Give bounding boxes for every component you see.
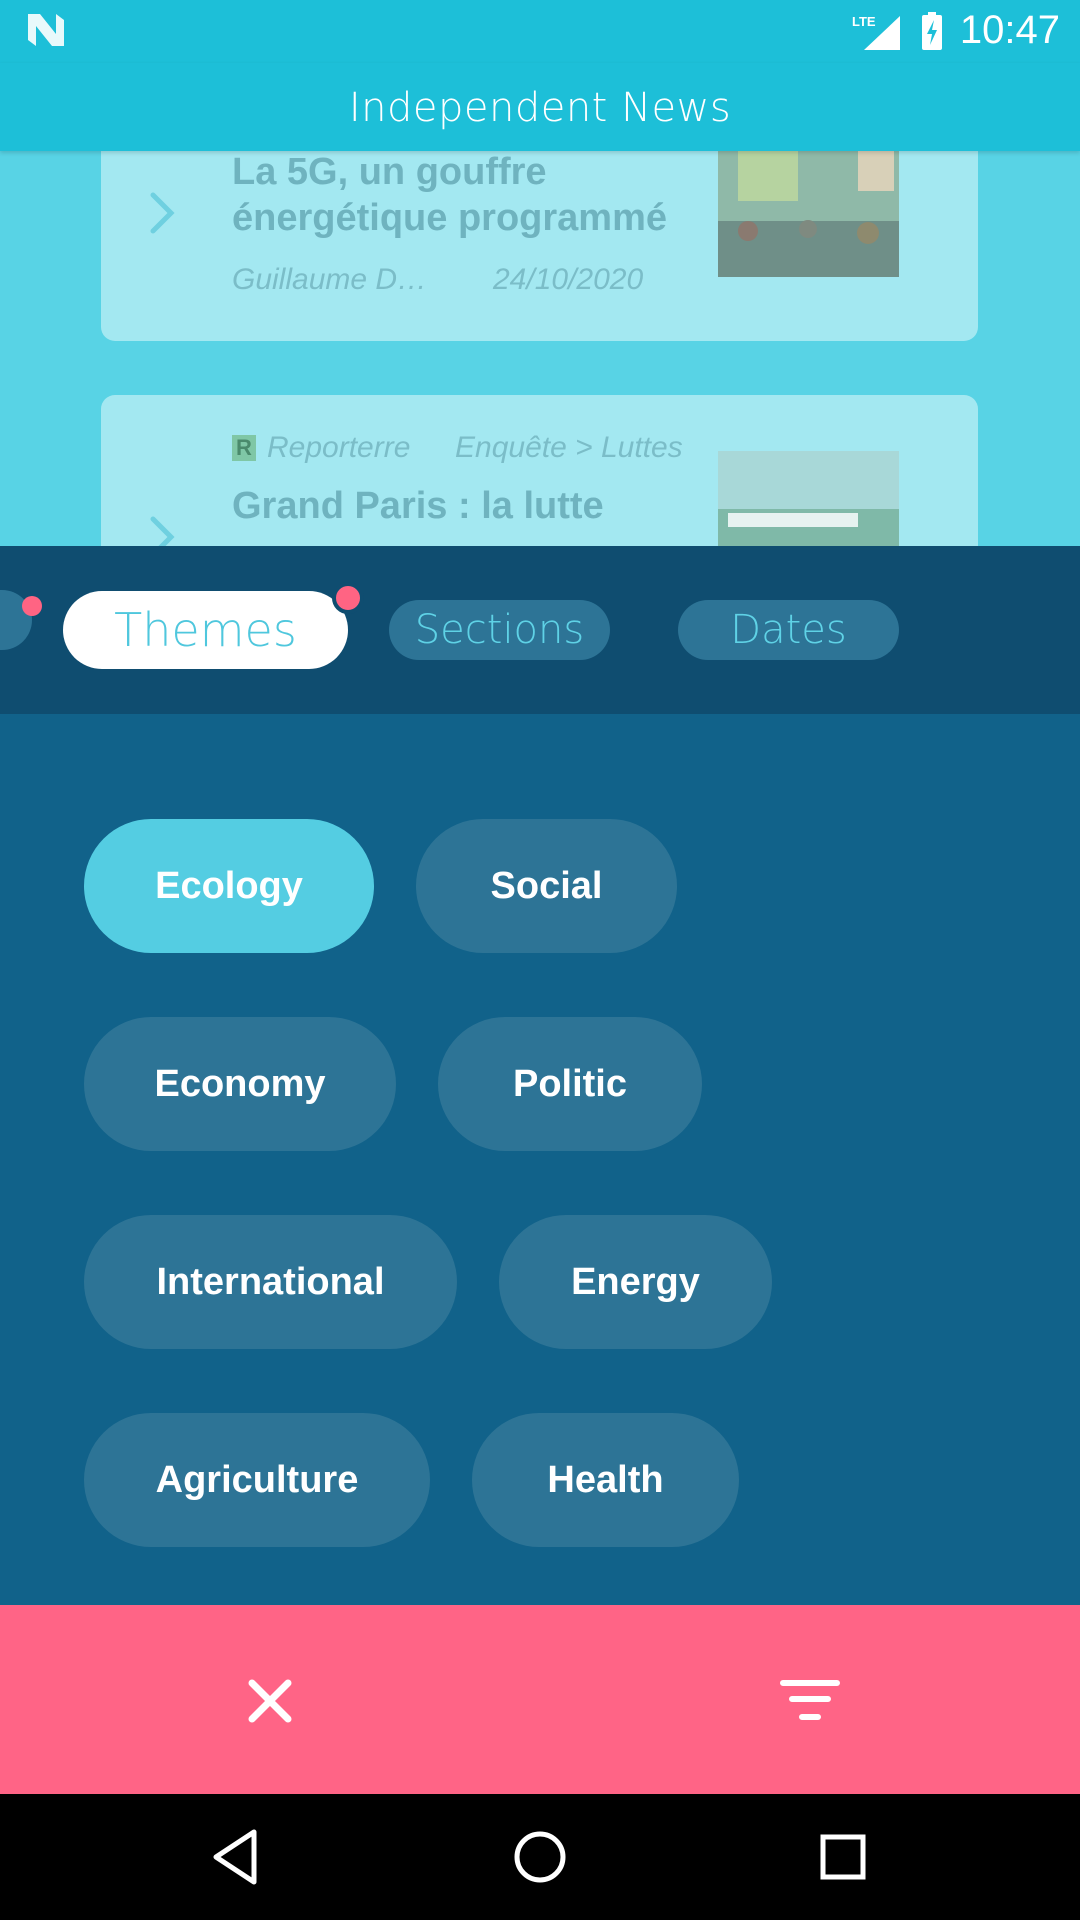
tab-dates[interactable]: Dates	[678, 600, 899, 660]
system-navigation-bar	[0, 1794, 1080, 1920]
tab-indicator-dot	[332, 582, 364, 614]
theme-chip-agriculture[interactable]: Agriculture	[84, 1413, 430, 1547]
filter-icon	[780, 1680, 840, 1720]
chevron-right-icon	[150, 192, 175, 234]
filter-panel: Themes Sections Dates Ecology Social Eco…	[0, 546, 1080, 1605]
home-icon[interactable]	[505, 1822, 575, 1892]
article-card[interactable]: R Reporterre Enquête > Luttes Grand Pari…	[101, 395, 978, 546]
article-title: La 5G, un gouffre énergétique programmé	[232, 151, 692, 241]
tab-themes[interactable]: Themes	[63, 591, 348, 669]
chevron-right-icon	[150, 516, 175, 546]
apply-filters-button[interactable]	[540, 1605, 1080, 1794]
article-title: Grand Paris : la lutte	[232, 485, 604, 527]
filter-action-bar	[0, 1605, 1080, 1794]
article-section: Enquête > Luttes	[455, 431, 683, 464]
tab-indicator-dot	[22, 596, 42, 616]
clear-filters-button[interactable]	[0, 1605, 540, 1794]
close-icon	[248, 1679, 292, 1723]
app-bar: Independent News	[0, 63, 1080, 151]
theme-chip-politic[interactable]: Politic	[438, 1017, 702, 1151]
theme-chip-energy[interactable]: Energy	[499, 1215, 772, 1349]
theme-chip-social[interactable]: Social	[416, 819, 677, 953]
signal-icon: LTE	[852, 14, 900, 50]
app-title: Independent News	[348, 85, 732, 131]
recents-icon[interactable]	[808, 1822, 878, 1892]
battery-charging-icon	[922, 12, 942, 50]
theme-chip-ecology[interactable]: Ecology	[84, 819, 374, 953]
article-date: 24/10/2020	[493, 263, 644, 296]
article-author: Guillaume D…	[232, 263, 428, 296]
theme-chip-health[interactable]: Health	[472, 1413, 739, 1547]
n-logo-icon	[28, 14, 64, 46]
article-thumbnail	[718, 151, 899, 277]
article-source: Reporterre	[267, 431, 411, 464]
tab-sections[interactable]: Sections	[389, 600, 610, 660]
theme-chip-economy[interactable]: Economy	[84, 1017, 396, 1151]
source-logo: R	[232, 435, 256, 461]
status-bar: LTE 10:47	[0, 0, 1080, 63]
news-feed: La 5G, un gouffre énergétique programmé …	[0, 151, 1080, 546]
theme-chip-international[interactable]: International	[84, 1215, 457, 1349]
back-icon[interactable]	[202, 1822, 272, 1892]
article-card[interactable]: La 5G, un gouffre énergétique programmé …	[101, 151, 978, 341]
article-title-line: énergétique programmé	[232, 197, 667, 239]
filter-tabs: Themes Sections Dates	[0, 546, 1080, 714]
network-label: LTE	[852, 14, 876, 29]
article-title-line: La 5G, un gouffre	[232, 151, 547, 193]
clock: 10:47	[959, 8, 1060, 52]
article-thumbnail	[718, 451, 899, 546]
